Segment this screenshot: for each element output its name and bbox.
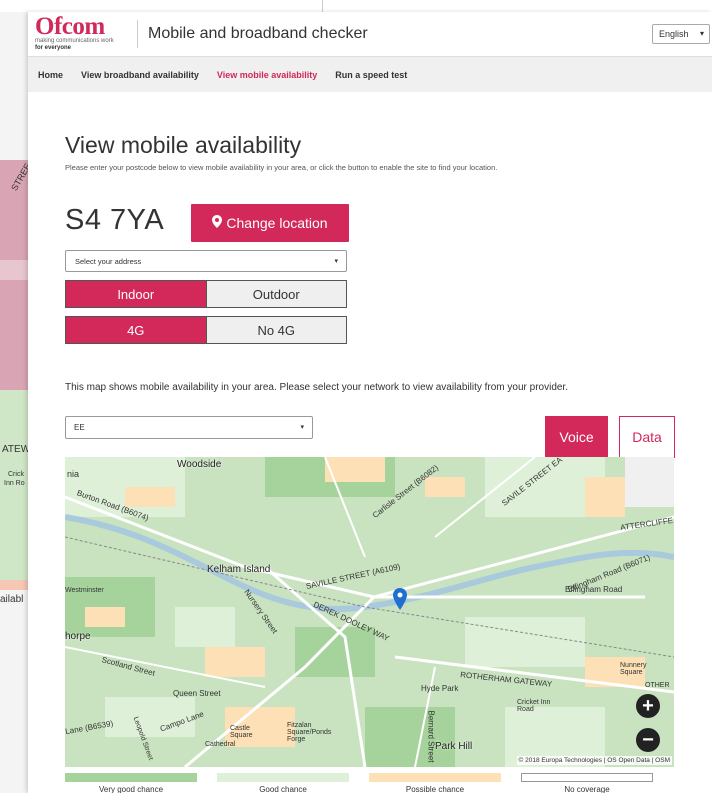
map-label: Kelham Island [207,564,271,575]
map-label: Cricket Inn Road [517,699,551,713]
outdoor-option[interactable]: Outdoor [205,281,346,307]
legend-swatch [217,773,349,782]
legend-label: Good chance [259,785,307,793]
indoor-option[interactable]: Indoor [66,281,206,307]
indoor-outdoor-toggle: Indoor Outdoor [65,280,347,308]
change-location-button[interactable]: Change location [191,204,349,242]
legend-label: No coverage [564,785,610,793]
chevron-down-icon: ▾ [699,29,704,38]
map-legend: Very good chance Good chance Possible ch… [65,773,674,793]
window-top-edge [0,0,712,12]
map-label: Effingham Road [565,585,623,594]
nav-mobile[interactable]: View mobile availability [217,70,317,80]
address-select[interactable]: Select your address ▾ [65,250,347,272]
map-tiles [65,457,674,767]
map-label: Queen Street [173,689,221,698]
map-label: nia [67,469,80,479]
background-text: Inn Ro [4,480,25,487]
map-label: Castle Square [230,725,253,739]
page-title: View mobile availability [65,132,302,158]
legend-label: Possible chance [405,785,465,793]
change-location-label: Change location [226,215,328,231]
background-text: ailabl [0,594,24,605]
no-4g-option[interactable]: No 4G [205,317,346,343]
network-type-toggle: 4G No 4G [65,316,347,344]
legend-label: Very good chance [98,785,164,793]
map-pin-icon [212,215,223,231]
map-label: OTHER [645,682,670,689]
app-title: Mobile and broadband checker [148,25,368,42]
chevron-down-icon: ▾ [334,258,338,265]
language-value: English [659,29,689,39]
zoom-out-button[interactable]: − [636,728,660,752]
background-text: ATEW [2,444,31,455]
map-description: This map shows mobile availability in yo… [65,382,568,393]
network-select[interactable]: EE ▾ [65,416,313,439]
map-label: Nunnery Square [620,662,647,676]
main-content: View mobile availability Please enter yo… [65,132,685,458]
map-label: Park Hill [435,741,473,752]
minus-icon: − [642,729,654,751]
map-label: Bernard Street [426,710,436,763]
site-header: Ofcom making communications work for eve… [28,12,712,57]
legend-item: Very good chance [65,773,197,793]
address-placeholder: Select your address [75,256,142,266]
legend-item: Possible chance [369,773,501,793]
postcode-display: S4 7YA [65,204,165,236]
nav-speed-test[interactable]: Run a speed test [335,70,407,80]
background-text: Crick [8,471,24,478]
logo-tagline: making communications work [35,38,114,44]
network-value: EE [74,423,85,432]
main-nav: Home View broadband availability View mo… [28,57,712,92]
logo-tagline2: for everyone [35,45,72,51]
legend-swatch [369,773,501,782]
voice-button[interactable]: Voice [545,416,608,458]
legend-item: No coverage [521,773,653,793]
map-label: Westminster [65,587,104,594]
zoom-in-button[interactable]: + [636,694,660,718]
chevron-down-icon: ▾ [300,424,304,431]
map-label: Cathedral [205,741,236,748]
plus-icon: + [642,695,654,717]
map-marker-icon[interactable] [393,588,407,610]
nav-home[interactable]: Home [38,70,63,80]
intro-text: Please enter your postcode below to view… [65,163,498,172]
map-attribution: © 2018 Europa Technologies | OS Open Dat… [516,756,672,765]
data-button[interactable]: Data [619,416,675,458]
language-select[interactable]: English ▾ [652,24,710,44]
legend-swatch [521,773,653,782]
legend-swatch [65,773,197,782]
map-label: Fitzalan Square/Ponds Forge [287,722,332,743]
logo-name: Ofcom [35,13,105,40]
nav-broadband[interactable]: View broadband availability [81,70,199,80]
browser-window: Ofcom making communications work for eve… [28,12,712,793]
map-label: Hyde Park [421,684,459,693]
ofcom-logo[interactable]: Ofcom making communications work for eve… [35,13,133,52]
coverage-map[interactable]: nia Woodside Burton Road (B6074) Carlisl… [65,457,674,767]
legend-item: Good chance [217,773,349,793]
map-label: horpe [65,631,91,642]
map-label: Woodside [177,459,222,470]
header-divider [137,20,138,48]
postcode-row: S4 7YA [65,204,164,237]
4g-option[interactable]: 4G [66,317,206,343]
